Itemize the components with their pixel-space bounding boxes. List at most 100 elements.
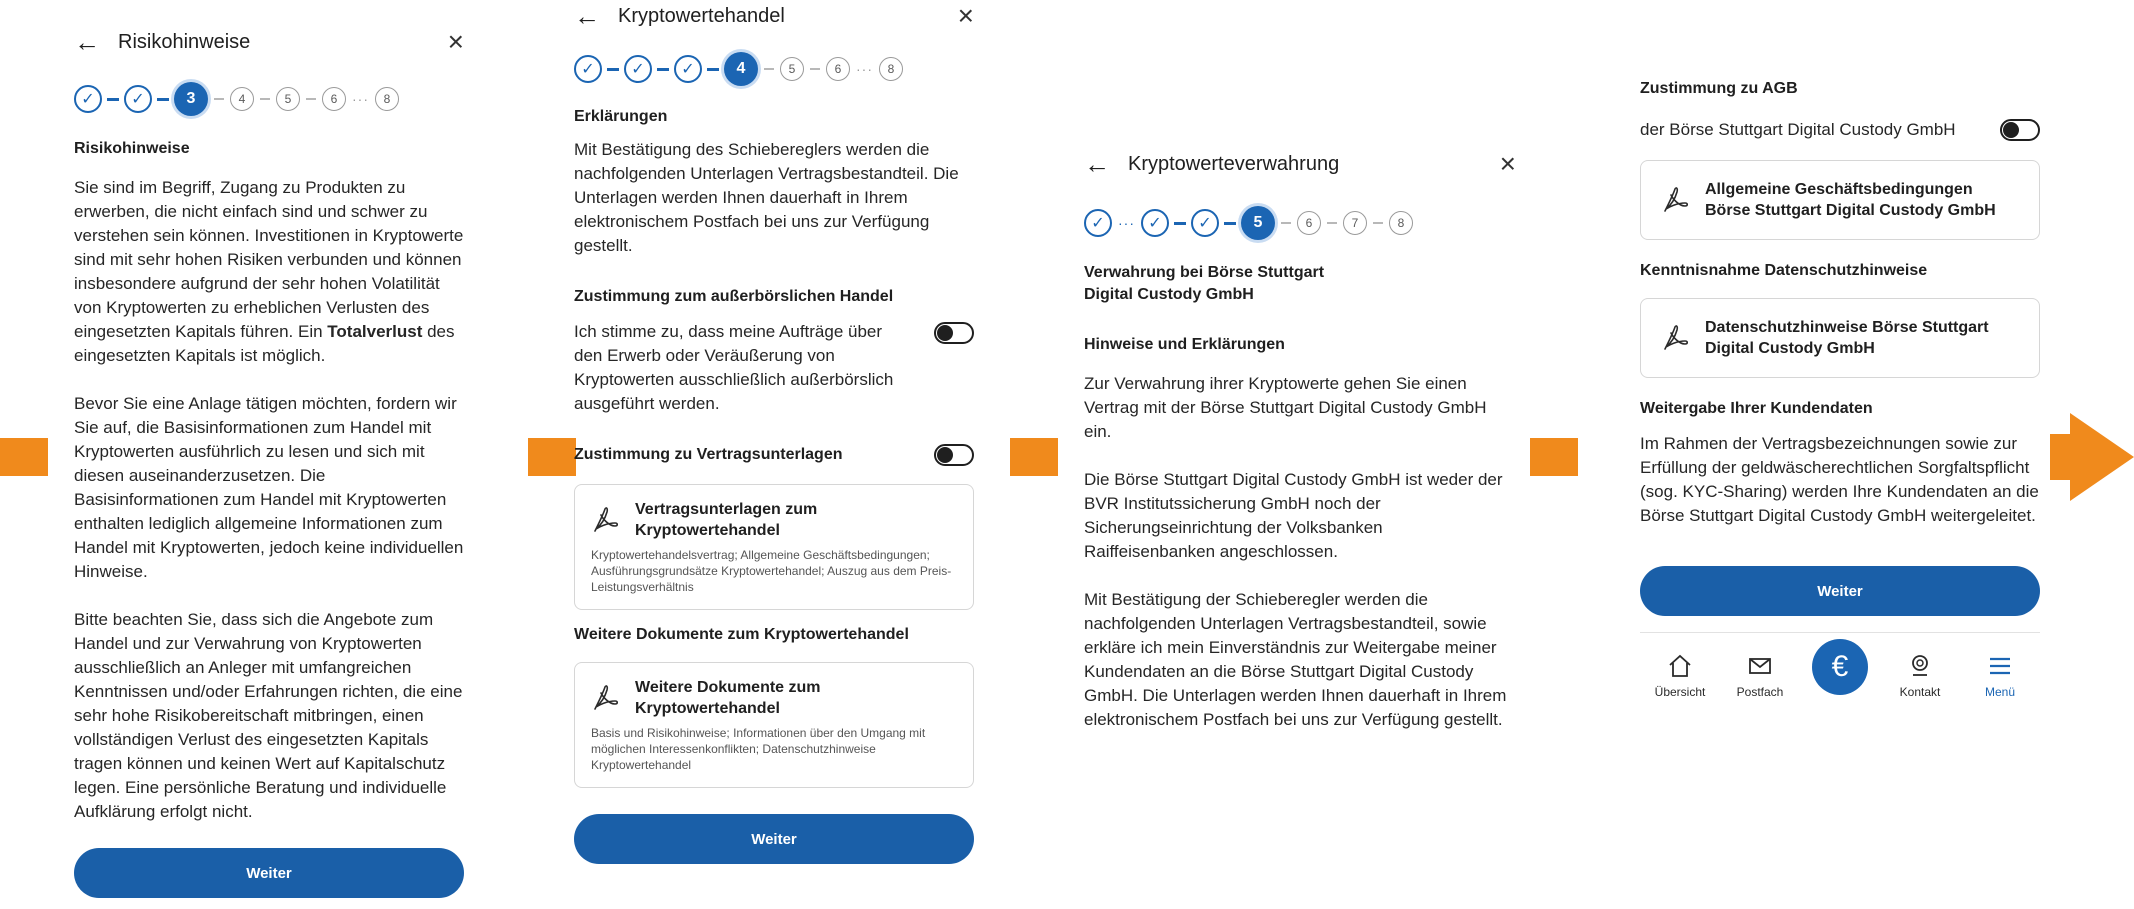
step-done-check-icon: ✓ xyxy=(74,85,102,113)
section-data-sharing-title: Weitergabe Ihrer Kundendaten xyxy=(1640,400,1873,417)
step-upcoming: 7 xyxy=(1343,211,1367,235)
contract-documents-card[interactable]: Vertragsunterlagen zum Kryptowertehandel… xyxy=(574,484,974,610)
weiter-button[interactable]: Weiter xyxy=(574,814,974,864)
step-done-check-icon: ✓ xyxy=(1084,209,1112,237)
screen2-header: ← Kryptowertehandel × xyxy=(574,2,974,30)
progress-stepper: ✓ ··· ✓ ✓ 5 6 7 8 xyxy=(1084,206,1516,240)
nav-label: Kontakt xyxy=(1899,685,1941,699)
custody-paragraph-3: Mit Bestätigung der Schieberegler werden… xyxy=(1084,590,1507,729)
step-separator xyxy=(1281,222,1291,224)
nav-label: Menü xyxy=(1984,685,2016,699)
screen-kryptowertehandel: ← Kryptowertehandel × ✓ ✓ ✓ 4 5 6 ··· 8 … xyxy=(574,2,974,864)
otc-consent-toggle[interactable] xyxy=(934,322,974,344)
weiter-button[interactable]: Weiter xyxy=(1640,566,2040,616)
step-ellipsis: ··· xyxy=(352,91,369,107)
step-separator xyxy=(1327,222,1337,224)
nav-label: Postfach xyxy=(1736,685,1784,699)
screen2-title: Kryptowertehandel xyxy=(618,4,785,27)
step-current: 4 xyxy=(724,52,758,86)
section-otc-title: Zustimmung zum außerbörslichen Handel xyxy=(574,288,894,305)
close-icon[interactable]: × xyxy=(448,28,464,56)
data-sharing-paragraph: Im Rahmen der Vertragsbezeichnungen sowi… xyxy=(1640,434,2039,525)
doc-card-subtitle: Kryptowertehandelsvertrag; Allgemeine Ge… xyxy=(591,548,952,594)
nav-item-overview[interactable]: Übersicht xyxy=(1645,653,1715,699)
bottom-navigation: Übersicht Postfach € Kontakt Menü xyxy=(1640,639,2040,699)
doc-card-head: Weitere Dokumente zum Kryptowertehandel xyxy=(591,677,957,719)
step-done-check-icon: ✓ xyxy=(624,55,652,83)
pdf-icon xyxy=(594,685,619,710)
contract-consent-row: Zustimmung zu Vertragsunterlagen xyxy=(574,444,974,466)
screen3-header: ← Kryptowerteverwahrung × xyxy=(1084,150,1516,178)
flow-connector-1 xyxy=(0,438,48,476)
step-done-check-icon: ✓ xyxy=(1191,209,1219,237)
flow-connector-4 xyxy=(1530,438,1578,476)
step-separator xyxy=(260,98,270,100)
progress-stepper: ✓ ✓ 3 4 5 6 ··· 8 xyxy=(74,82,464,116)
agb-consent-row: der Börse Stuttgart Digital Custody GmbH xyxy=(1640,118,2040,142)
risk-text: Sie sind im Begriff, Zugang zu Produkten… xyxy=(74,178,464,341)
risk-paragraph-1: Sie sind im Begriff, Zugang zu Produkten… xyxy=(74,176,469,368)
step-done-check-icon: ✓ xyxy=(124,85,152,113)
close-icon[interactable]: × xyxy=(958,2,974,30)
home-icon xyxy=(1669,654,1691,677)
step-upcoming: 6 xyxy=(1297,211,1321,235)
section-agb-title: Zustimmung zu AGB xyxy=(1640,80,1798,97)
agb-document-card[interactable]: Allgemeine Geschäftsbedingungen Börse St… xyxy=(1640,160,2040,240)
step-separator xyxy=(1174,221,1186,225)
step-ellipsis: ··· xyxy=(1118,215,1135,231)
agb-consent-toggle[interactable] xyxy=(2000,119,2040,141)
back-arrow-icon[interactable]: ← xyxy=(574,3,600,29)
step-separator xyxy=(707,67,719,71)
otc-consent-row: Ich stimme zu, dass meine Aufträge über … xyxy=(574,320,974,416)
nav-item-menu[interactable]: Menü xyxy=(1965,653,2035,699)
screen3-heading: Verwahrung bei Börse Stuttgart Digital C… xyxy=(1084,264,1325,303)
section-further-docs-title: Weitere Dokumente zum Kryptowertehandel xyxy=(574,626,909,643)
step-upcoming: 6 xyxy=(322,87,346,111)
step-upcoming: 8 xyxy=(879,57,903,81)
back-arrow-icon[interactable]: ← xyxy=(74,29,100,55)
hamburger-menu-icon xyxy=(1990,657,2010,675)
step-upcoming: 6 xyxy=(826,57,850,81)
contact-icon xyxy=(1912,655,1928,676)
doc-card-title: Allgemeine Geschäftsbedingungen Börse St… xyxy=(1705,181,1996,219)
doc-card-subtitle: Basis und Risikohinweise; Informationen … xyxy=(591,726,926,772)
doc-card-head: Datenschutzhinweise Börse Stuttgart Digi… xyxy=(1661,317,2019,359)
progress-stepper: ✓ ✓ ✓ 4 5 6 ··· 8 xyxy=(574,52,974,86)
risk-text-bold: Totalverlust xyxy=(327,322,423,341)
screen1-title: Risikohinweise xyxy=(118,30,251,53)
step-separator xyxy=(1224,221,1236,225)
toggle-knob xyxy=(2003,122,2019,138)
screen2-heading: Erklärungen xyxy=(574,108,668,125)
further-documents-card[interactable]: Weitere Dokumente zum Kryptowertehandel … xyxy=(574,662,974,788)
pdf-icon xyxy=(1664,187,1689,212)
screen-kryptowerteverwahrung: ← Kryptowerteverwahrung × ✓ ··· ✓ ✓ 5 6 … xyxy=(1084,150,1516,732)
close-icon[interactable]: × xyxy=(1500,150,1516,178)
step-separator xyxy=(810,68,820,70)
flow-connector-2 xyxy=(528,438,576,476)
nav-label: Übersicht xyxy=(1654,685,1706,699)
nav-item-contact[interactable]: Kontakt xyxy=(1885,653,1955,699)
screen3-subheading: Hinweise und Erklärungen xyxy=(1084,336,1285,353)
step-done-check-icon: ✓ xyxy=(574,55,602,83)
screen-custody-consents: Zustimmung zu AGB der Börse Stuttgart Di… xyxy=(1640,80,2040,699)
contract-consent-toggle[interactable] xyxy=(934,444,974,466)
screen3-title: Kryptowerteverwahrung xyxy=(1128,152,1340,175)
step-current: 5 xyxy=(1241,206,1275,240)
step-current: 3 xyxy=(174,82,208,116)
flow-connector-3 xyxy=(1010,438,1058,476)
doc-card-head: Vertragsunterlagen zum Kryptowertehandel xyxy=(591,499,957,541)
nav-item-center[interactable]: € xyxy=(1805,639,1875,699)
screen1-header: ← Risikohinweise × xyxy=(74,28,464,56)
weiter-button[interactable]: Weiter xyxy=(74,848,464,898)
custody-paragraph-1: Zur Verwahrung ihrer Kryptowerte gehen S… xyxy=(1084,374,1487,441)
step-separator xyxy=(107,97,119,101)
step-separator xyxy=(157,97,169,101)
nav-item-postbox[interactable]: Postfach xyxy=(1725,653,1795,699)
back-arrow-icon[interactable]: ← xyxy=(1084,151,1110,177)
section-privacy-title: Kenntnisnahme Datenschutzhinweise xyxy=(1640,262,1928,279)
privacy-document-card[interactable]: Datenschutzhinweise Börse Stuttgart Digi… xyxy=(1640,298,2040,378)
step-separator xyxy=(1373,222,1383,224)
agb-consent-text: der Börse Stuttgart Digital Custody GmbH xyxy=(1640,120,1956,139)
step-upcoming: 5 xyxy=(276,87,300,111)
pdf-icon xyxy=(1664,325,1689,350)
